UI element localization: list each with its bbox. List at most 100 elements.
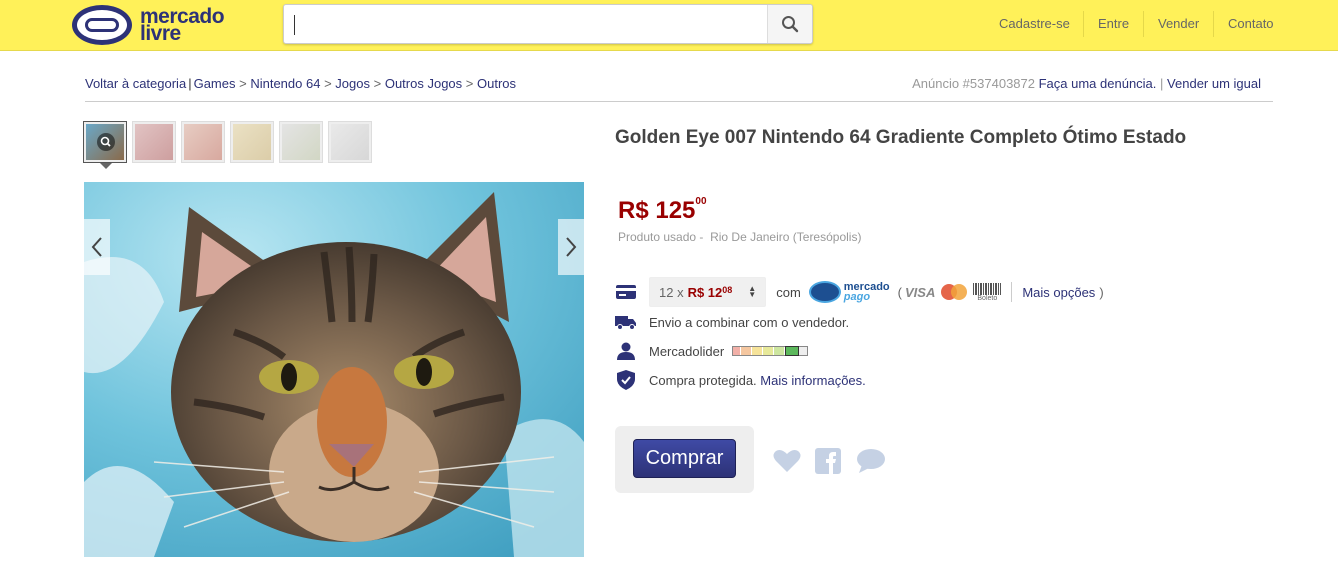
- protection-row: Compra protegida. Mais informações.: [615, 368, 866, 392]
- thumbnail-image: [331, 124, 369, 160]
- breadcrumb-nintendo64[interactable]: Nintendo 64: [250, 76, 320, 91]
- thermo-plus: [799, 347, 808, 355]
- seller-level: Mercadolider: [649, 343, 725, 359]
- more-options-link[interactable]: Mais opções: [1022, 285, 1095, 300]
- search-box: [283, 4, 813, 44]
- next-image-button[interactable]: [558, 219, 584, 275]
- product-condition: Produto usado -: [618, 230, 704, 244]
- search-input[interactable]: [284, 5, 768, 43]
- separator: >: [324, 76, 332, 91]
- ad-number: Anúncio #537403872: [912, 76, 1035, 91]
- thumbnail-2[interactable]: [132, 121, 176, 163]
- facebook-icon: [815, 448, 841, 474]
- thumbnail-3[interactable]: [181, 121, 225, 163]
- mercadopago-logo: mercado pago: [808, 281, 890, 303]
- product-title: Golden Eye 007 Nintendo 64 Gradiente Com…: [615, 127, 1187, 148]
- ad-info: Anúncio #537403872 Faça uma denúncia. | …: [912, 76, 1261, 91]
- visa-logo: VISA: [904, 284, 936, 300]
- report-link[interactable]: Faça uma denúncia.: [1039, 76, 1157, 91]
- separator: |: [1160, 76, 1164, 91]
- nav-contact[interactable]: Contato: [1228, 11, 1274, 37]
- price-amount: R$ 125: [618, 197, 696, 224]
- truck-icon: [615, 311, 637, 333]
- separator: >: [239, 76, 247, 91]
- nav-signup[interactable]: Cadastre-se: [999, 11, 1070, 37]
- zoom-icon: [97, 133, 115, 151]
- product-location: Rio De Janeiro (Teresópolis): [710, 230, 862, 244]
- question-button[interactable]: [856, 447, 886, 475]
- thumbnail-image: [282, 124, 320, 160]
- separator: >: [373, 76, 382, 91]
- mastercard-icon: [941, 284, 968, 300]
- credit-card-icon: [615, 281, 637, 303]
- buy-box: Comprar: [615, 426, 754, 493]
- more-info-link[interactable]: Mais informações.: [760, 373, 865, 388]
- paren-close: ): [1099, 284, 1104, 300]
- search-button[interactable]: [767, 5, 812, 43]
- installment-value: R$ 12: [687, 284, 723, 300]
- paren-open: (: [897, 284, 902, 300]
- thumbnail-image: [86, 124, 124, 160]
- thumbnail-1[interactable]: [83, 121, 127, 169]
- nav-divider: [1143, 11, 1144, 37]
- divider: [85, 101, 1273, 102]
- breadcrumb-outros[interactable]: Outros: [477, 76, 516, 91]
- sell-same-link[interactable]: Vender um igual: [1167, 76, 1261, 91]
- product-price: R$ 12500: [618, 196, 707, 225]
- user-icon: [615, 340, 637, 362]
- boleto-icon: Boleto: [973, 282, 1002, 302]
- reputation-thermometer: [732, 346, 809, 356]
- thumbnail-4[interactable]: [230, 121, 274, 163]
- breadcrumb-jogos[interactable]: Jogos: [335, 76, 370, 91]
- previous-image-button[interactable]: [84, 219, 110, 275]
- header-bar: mercado livre Cadastre-se Entre Vender C…: [0, 0, 1338, 51]
- product-condition-location: Produto usado - Rio De Janeiro (Teresópo…: [618, 230, 861, 244]
- shipping-row: Envio a combinar com o vendedor.: [615, 310, 849, 334]
- thumbnail-image: [184, 124, 222, 160]
- mp-line-2: pago: [843, 291, 871, 303]
- cat-photo: [84, 182, 584, 557]
- text-caret: [294, 15, 295, 35]
- logo-text: mercado livre: [140, 6, 225, 44]
- mercadopago-icon: [808, 281, 841, 303]
- nav-divider: [1213, 11, 1214, 37]
- breadcrumb-outros-jogos[interactable]: Outros Jogos: [385, 76, 462, 91]
- chevron-right-icon: [566, 237, 577, 257]
- thumbnail-5[interactable]: [279, 121, 323, 163]
- nav-login[interactable]: Entre: [1098, 11, 1129, 37]
- nav-divider: [1083, 11, 1084, 37]
- thumbnail-image: [233, 124, 271, 160]
- buy-button[interactable]: Comprar: [633, 439, 736, 478]
- thumbnail-6[interactable]: [328, 121, 372, 163]
- boleto-label: Boleto: [977, 294, 998, 302]
- search-icon: [782, 16, 799, 33]
- installment-cents: 08: [722, 285, 733, 295]
- updown-arrows-icon: ▲ ▼: [748, 284, 757, 299]
- thumbnail-image: [135, 124, 173, 160]
- favorite-button[interactable]: [772, 447, 802, 475]
- installments-count: 12 x: [659, 284, 684, 300]
- speech-bubble-icon: [857, 449, 885, 473]
- payment-row: 12 x R$ 12 08 ▲ ▼ com mercado pago ( VISA B…: [615, 277, 1104, 307]
- product-photo[interactable]: [84, 182, 584, 557]
- breadcrumb: Voltar à categoria | Games > Nintendo 64 >…: [85, 76, 516, 91]
- heart-icon: [773, 450, 801, 472]
- chevron-left-icon: [91, 237, 102, 257]
- nav-sell[interactable]: Vender: [1158, 11, 1199, 37]
- shipping-text: Envio a combinar com o vendedor.: [649, 314, 850, 330]
- mercadolivre-logo[interactable]: mercado livre: [72, 3, 242, 47]
- separator: |: [188, 76, 192, 91]
- protection-text: Compra protegida.: [649, 372, 757, 388]
- separator: >: [465, 76, 474, 91]
- shield-icon: [615, 369, 637, 391]
- back-to-category-link[interactable]: Voltar à categoria: [85, 76, 186, 91]
- breadcrumb-games[interactable]: Games: [194, 76, 236, 91]
- seller-row: Mercadolider: [615, 339, 809, 363]
- thermo-minus: [733, 347, 742, 355]
- installments-select[interactable]: 12 x R$ 12 08 ▲ ▼: [649, 277, 767, 307]
- with-label: com: [776, 284, 801, 300]
- thumbnail-strip: [83, 121, 377, 169]
- thermo-level-active: [785, 346, 800, 356]
- facebook-share-button[interactable]: [813, 447, 843, 475]
- divider: [1011, 282, 1013, 302]
